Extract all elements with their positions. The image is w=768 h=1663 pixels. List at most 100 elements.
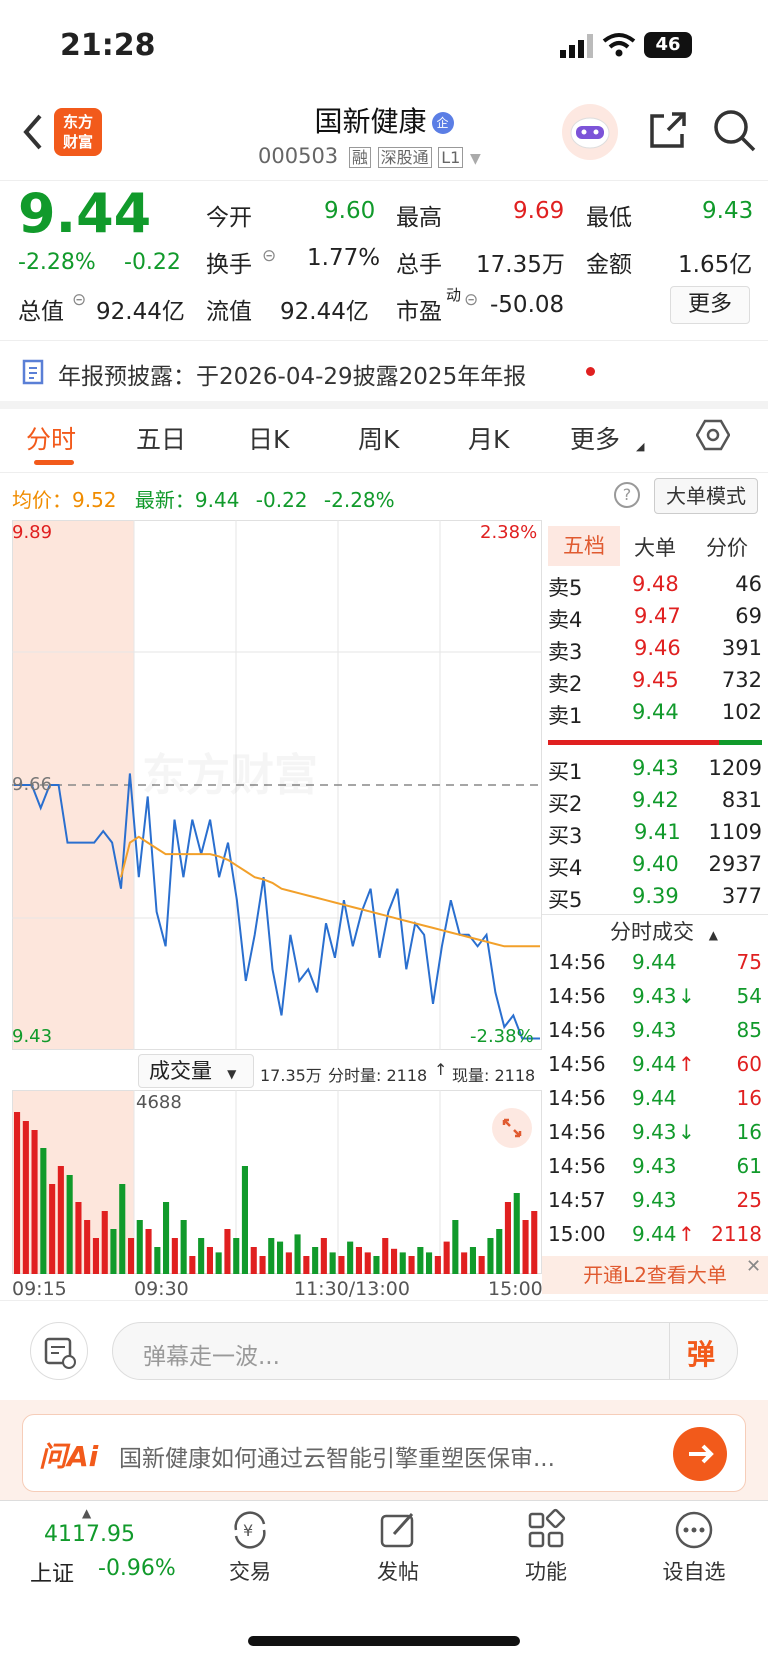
big-order-mode-button[interactable]: 大单模式 bbox=[654, 478, 758, 514]
volume-bar bbox=[373, 1256, 380, 1274]
chevron-down-icon[interactable]: ▼ bbox=[470, 151, 481, 167]
caret-down-icon: ▼ bbox=[227, 1067, 237, 1081]
more-button[interactable]: 更多 bbox=[670, 286, 750, 324]
volume-bar bbox=[259, 1256, 266, 1274]
volume-bar bbox=[40, 1148, 47, 1274]
intraday-price-chart[interactable]: 东方财富 bbox=[12, 520, 542, 1050]
grid-icon bbox=[524, 1508, 568, 1552]
index-change: -0.96% bbox=[98, 1556, 176, 1581]
robot-avatar[interactable] bbox=[562, 104, 618, 160]
status-time: 21:28 bbox=[60, 28, 156, 63]
stat-value: 9.43 bbox=[702, 198, 754, 224]
order-book-tab-five[interactable]: 五档 bbox=[548, 526, 620, 566]
stat-label: 今开 bbox=[206, 205, 252, 231]
trade-row: 14:56 9.43 85 bbox=[548, 1018, 762, 1042]
ask-row: 卖4 9.47 69 bbox=[548, 604, 762, 632]
tab-weekly-k[interactable]: 周K bbox=[358, 420, 399, 456]
change-pct: -2.28% bbox=[18, 250, 96, 275]
volume-bar bbox=[31, 1130, 38, 1274]
volume-bar bbox=[224, 1229, 231, 1274]
danmu-settings-icon[interactable] bbox=[30, 1322, 88, 1380]
tab-more[interactable]: 更多 bbox=[570, 420, 620, 456]
tab-daily-k[interactable]: 日K bbox=[248, 420, 289, 456]
order-book-tab-price[interactable]: 分价 bbox=[706, 532, 748, 562]
volume-bar bbox=[364, 1252, 371, 1274]
info-icon[interactable]: ⊝ bbox=[262, 246, 276, 266]
x-tick: 09:15 bbox=[12, 1278, 67, 1300]
y-label-mid-left: 9.66 bbox=[12, 774, 53, 795]
wifi-icon bbox=[602, 32, 636, 58]
order-book-tab-big[interactable]: 大单 bbox=[634, 532, 676, 562]
stat-label: 最低 bbox=[586, 205, 632, 231]
search-icon[interactable] bbox=[712, 108, 756, 152]
volume-selector[interactable]: 成交量 ▼ bbox=[138, 1054, 254, 1088]
info-icon[interactable]: ⊝ bbox=[72, 290, 86, 310]
notice-text: 年报预披露：于2026-04-29披露2025年年报 bbox=[58, 364, 527, 390]
volume-bar bbox=[285, 1252, 292, 1274]
danmu-input[interactable]: 弹幕走一波... 弹 bbox=[112, 1322, 738, 1380]
volume-bar bbox=[136, 1220, 143, 1274]
volume-bar bbox=[14, 1112, 21, 1274]
avg-label: 均价： bbox=[12, 488, 72, 512]
volume-bar bbox=[189, 1256, 196, 1274]
volume-bar bbox=[487, 1238, 494, 1274]
share-icon[interactable] bbox=[648, 110, 688, 150]
trade-row: 14:56 9.44 ↑ 60 bbox=[548, 1052, 762, 1076]
stock-name: 国新健康 bbox=[314, 105, 427, 138]
volume-bar bbox=[347, 1241, 354, 1274]
volume-bar bbox=[154, 1247, 161, 1274]
tag-connect: 深股通 bbox=[377, 147, 432, 168]
back-icon[interactable] bbox=[18, 112, 48, 152]
danmu-send-button[interactable]: 弹 bbox=[687, 1333, 715, 1373]
trade-row: 15:00 9.44 ↑ 2118 bbox=[548, 1222, 762, 1246]
watermark: 东方财富 bbox=[142, 750, 318, 801]
info-icon[interactable]: ⊝ bbox=[464, 290, 478, 310]
expand-icon[interactable] bbox=[492, 1108, 532, 1148]
ai-logo: 问Ai bbox=[39, 1440, 99, 1473]
volume-bar bbox=[250, 1247, 257, 1274]
y-label-top-right: 2.38% bbox=[480, 522, 538, 543]
volume-bar bbox=[496, 1229, 503, 1274]
avg-price-series-line bbox=[120, 835, 540, 948]
volume-bar bbox=[531, 1211, 538, 1274]
volume-bar bbox=[452, 1220, 459, 1274]
nav-functions[interactable]: 功能 bbox=[486, 1508, 606, 1586]
tab-five-day[interactable]: 五日 bbox=[136, 420, 186, 456]
l2-banner[interactable]: 开通L2查看大单 bbox=[542, 1256, 768, 1294]
arrow-right-icon[interactable] bbox=[673, 1427, 727, 1481]
active-tab-indicator bbox=[34, 460, 74, 465]
notice-bar[interactable]: 年报预披露：于2026-04-29披露2025年年报 bbox=[0, 341, 768, 401]
nav-watchlist[interactable]: 设自选 bbox=[634, 1508, 754, 1586]
ask-row: 卖1 9.44 102 bbox=[548, 700, 762, 728]
ai-ask-bar[interactable]: 问Ai 国新健康如何通过云智能引擎重塑医保审... bbox=[22, 1414, 746, 1492]
tab-intraday[interactable]: 分时 bbox=[26, 420, 76, 456]
quote-panel: 9.44 -2.28% -0.22 今开 9.60 最高 9.69 最低 9.4… bbox=[0, 180, 768, 340]
x-tick: 09:30 bbox=[134, 1278, 189, 1300]
volume-bar bbox=[206, 1247, 213, 1274]
stat-label: 金额 bbox=[586, 252, 632, 278]
volume-bar bbox=[504, 1202, 511, 1274]
volume-bar bbox=[522, 1220, 529, 1274]
tag-margin: 融 bbox=[348, 147, 371, 168]
help-icon[interactable]: ? bbox=[614, 482, 640, 508]
trades-header[interactable]: 分时成交 ▲ bbox=[610, 916, 718, 946]
volume-bar bbox=[198, 1238, 205, 1274]
stat-value: 92.44亿 bbox=[280, 299, 369, 325]
stock-code: 000503 bbox=[258, 144, 339, 168]
gear-icon[interactable] bbox=[695, 418, 731, 452]
volume-bar bbox=[329, 1252, 336, 1274]
close-icon[interactable]: ✕ bbox=[746, 1256, 761, 1277]
y-label-top-left: 9.89 bbox=[12, 522, 53, 543]
tab-monthly-k[interactable]: 月K bbox=[468, 420, 509, 456]
tag-level: L1 bbox=[438, 147, 464, 168]
volume-bar bbox=[128, 1238, 135, 1274]
nav-trade[interactable]: ¥ 交易 bbox=[190, 1508, 310, 1586]
stock-header: 东方财富 国新健康 企 000503 融 深股通 L1 ▼ bbox=[0, 96, 768, 180]
caret-up-icon: ▲ bbox=[82, 1506, 92, 1520]
volume-bar bbox=[66, 1175, 73, 1274]
trade-row: 14:56 9.44 16 bbox=[548, 1086, 762, 1110]
nav-post[interactable]: 发帖 bbox=[338, 1508, 458, 1586]
stat-label: 总手 bbox=[396, 252, 442, 278]
index-ticker[interactable]: ▲ 4117.95 上证 -0.96% bbox=[30, 1506, 190, 1596]
bid-row: 买2 9.42 831 bbox=[548, 788, 762, 816]
